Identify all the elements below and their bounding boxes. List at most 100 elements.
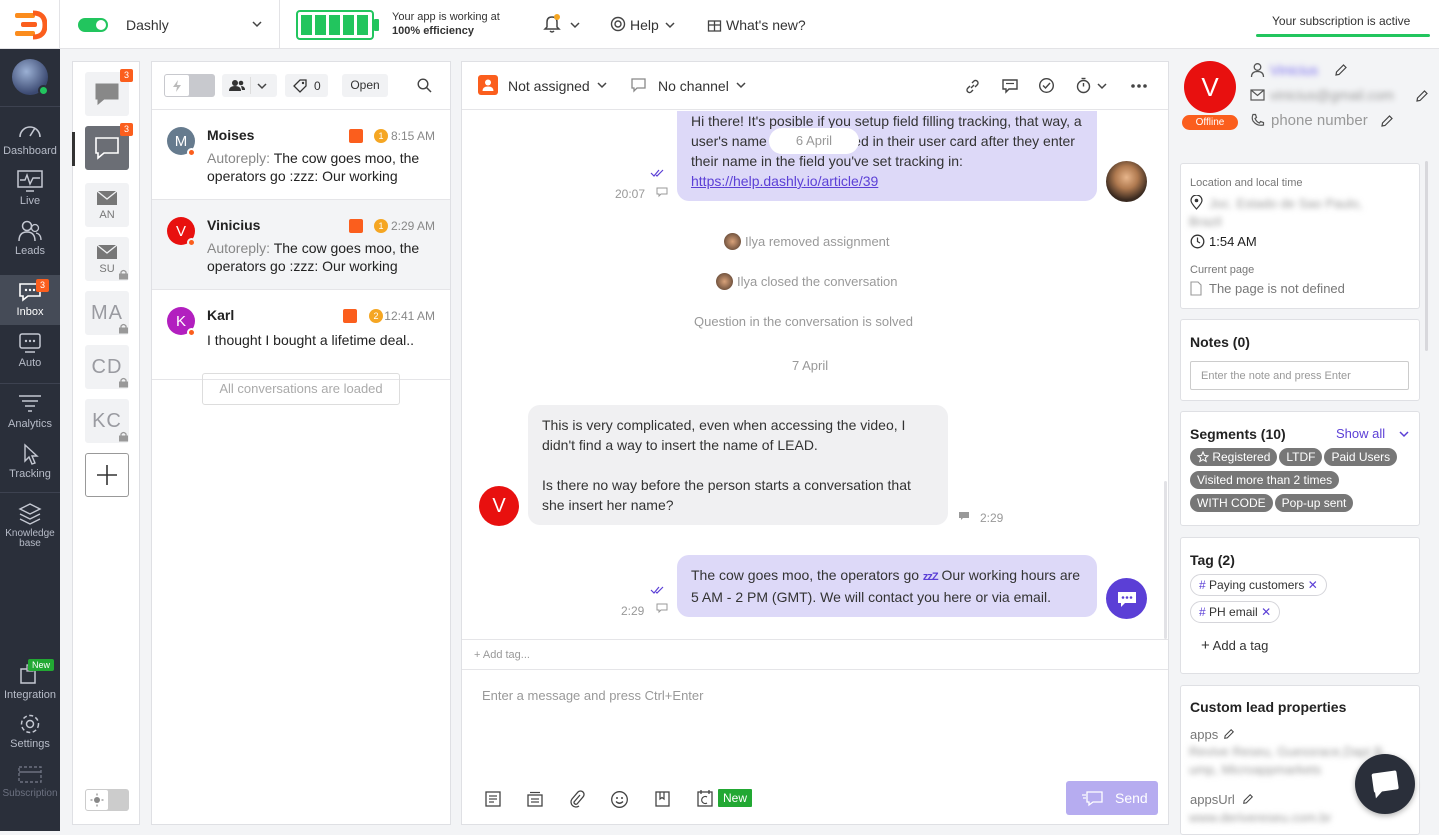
note-icon[interactable] (484, 790, 502, 808)
send-button[interactable]: Send (1066, 781, 1158, 815)
add-tag-link[interactable]: + Add tag... (474, 649, 530, 661)
pencil-icon[interactable] (1415, 89, 1429, 103)
envelope-icon (96, 189, 118, 205)
new-badge: New (718, 789, 753, 807)
calendar-button[interactable]: New (694, 787, 754, 811)
assignee-dropdown[interactable]: Not assigned (478, 74, 613, 98)
card-icon (18, 766, 42, 783)
nav-tracking[interactable]: Tracking (0, 442, 60, 484)
nav-label: Integration (4, 689, 56, 701)
channel-ma[interactable]: MA (85, 291, 129, 335)
nav-live[interactable]: Live (0, 169, 60, 211)
nav-auto[interactable]: Auto (0, 331, 60, 373)
message-composer[interactable]: Enter a message and press Ctrl+Enter (482, 688, 703, 703)
channel-label: CD (91, 355, 123, 378)
online-toggle[interactable] (78, 18, 108, 32)
subscription-status[interactable]: Your subscription is active (1272, 14, 1410, 28)
add-tag-button[interactable]: + Add a tag (1201, 637, 1268, 654)
workspace-name[interactable]: Dashly (126, 17, 169, 33)
notifications-button[interactable] (543, 14, 583, 36)
dashly-logo[interactable] (0, 0, 60, 49)
snooze-dropdown[interactable] (1075, 76, 1109, 96)
channel-icon (959, 512, 969, 520)
chat-widget-button[interactable] (1355, 754, 1415, 814)
segment-chip: LTDF (1279, 448, 1323, 466)
plus-icon: + (1201, 637, 1210, 654)
chevron-down-icon (665, 22, 675, 29)
nav-analytics[interactable]: Analytics (0, 392, 60, 434)
operator-icon (478, 75, 498, 95)
add-channel-button[interactable] (85, 453, 129, 497)
analytics-icon (19, 395, 41, 412)
nav-knowledge-base[interactable]: Knowledge base (0, 501, 60, 553)
location-card: Location and local time Joc. Estado de S… (1180, 163, 1420, 309)
tag-filter[interactable]: 0 (285, 74, 328, 97)
comment-icon[interactable] (1001, 77, 1019, 95)
system-text: Question in the conversation is solved (694, 314, 913, 329)
theme-toggle[interactable] (85, 789, 129, 811)
list-toolbar: 0 Open (152, 62, 450, 110)
property-label: apps (1190, 727, 1219, 742)
nav-settings[interactable]: Settings (0, 712, 60, 754)
pencil-icon[interactable] (1223, 728, 1235, 740)
plus-icon (97, 465, 117, 485)
lead-avatar[interactable]: V (1184, 61, 1236, 113)
chevron-down-icon (570, 22, 580, 29)
tag-title: Tag (2) (1190, 552, 1235, 568)
template-icon[interactable] (526, 790, 544, 808)
nav-inbox[interactable]: Inbox 3 (0, 275, 60, 325)
emoji-icon[interactable] (610, 790, 629, 809)
more-icon[interactable] (1130, 83, 1148, 89)
chat-bubble-icon (1371, 770, 1399, 799)
conversation-item[interactable]: K Karl 2 12:41 AM I thought I bought a l… (152, 290, 450, 380)
remove-tag-icon[interactable]: ✕ (1261, 605, 1271, 619)
channel-mine[interactable]: 3 (85, 123, 133, 170)
show-all-link[interactable]: Show all (1336, 426, 1414, 441)
panel-scrollbar[interactable] (1425, 161, 1428, 351)
conversation-item[interactable]: V Vinicius 1 2:29 AM Autoreply: The cow … (152, 200, 450, 290)
remove-tag-icon[interactable]: ✕ (1308, 578, 1318, 592)
status-filter[interactable]: Open (342, 74, 388, 97)
attachment-icon[interactable] (568, 789, 586, 809)
rail-separator (0, 492, 60, 493)
autoassign-toggle[interactable] (164, 74, 215, 97)
channel-an[interactable]: AN (85, 183, 129, 227)
link-icon[interactable] (964, 78, 981, 95)
assignee-filter[interactable] (222, 74, 277, 97)
pencil-icon[interactable] (1334, 63, 1348, 77)
knowledge-article-icon[interactable] (654, 790, 671, 808)
help-menu[interactable]: Help (610, 15, 680, 35)
note-input[interactable]: Enter the note and press Enter (1190, 361, 1409, 390)
search-icon[interactable] (417, 78, 432, 93)
lead-email[interactable]: vinicius@gmail.com (1270, 87, 1410, 103)
notes-title: Notes (0) (1190, 334, 1250, 350)
timestamp: 8:15 AM (390, 129, 435, 143)
nav-label: Live (19, 195, 41, 207)
whats-new-button[interactable]: What's new? (707, 15, 817, 35)
document-icon (1190, 281, 1202, 296)
channel-all[interactable]: 3 (85, 69, 133, 116)
nav-subscription[interactable]: Subscription (0, 762, 60, 804)
chat-icon (95, 137, 119, 160)
channel-cd[interactable]: CD (85, 345, 129, 389)
segment-label: Registered (1212, 450, 1271, 464)
phone-icon (1251, 113, 1265, 126)
nav-integration[interactable]: Integration New (0, 659, 60, 705)
operator-avatar[interactable] (12, 59, 49, 96)
chat-icon (631, 78, 646, 93)
lead-name[interactable]: Vinicius (1270, 62, 1318, 78)
nav-leads[interactable]: Leads (0, 219, 60, 261)
message-link[interactable]: https://help.dashly.io/article/39 (691, 173, 878, 189)
pencil-icon[interactable] (1242, 793, 1254, 805)
channel-kc[interactable]: KC (85, 399, 129, 443)
lead-phone[interactable]: phone number (1271, 112, 1368, 129)
check-circle-icon[interactable] (1038, 77, 1055, 94)
chat-scrollbar[interactable] (1164, 481, 1167, 639)
pencil-icon[interactable] (1380, 114, 1394, 128)
nav-dashboard[interactable]: Dashboard (0, 119, 60, 161)
channel-dropdown[interactable]: No channel (630, 74, 755, 98)
all-loaded-label: All conversations are loaded (202, 373, 400, 405)
channel-su[interactable]: SU (85, 237, 129, 281)
conversation-item[interactable]: M Moises 1 8:15 AM Autoreply: The cow go… (152, 110, 450, 200)
chevron-down-icon[interactable] (251, 19, 263, 29)
